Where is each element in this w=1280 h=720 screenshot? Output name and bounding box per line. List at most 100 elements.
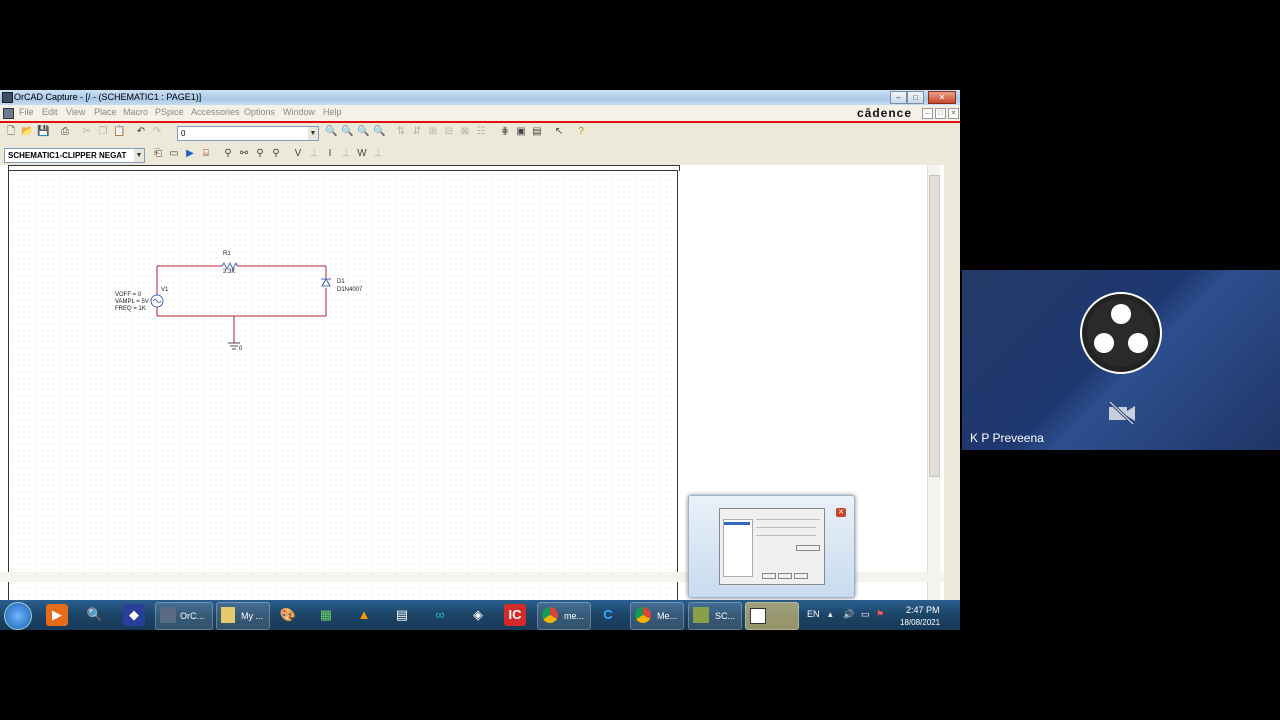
action-center-icon[interactable]: ⚑ xyxy=(876,609,884,620)
mdi-minimize-button[interactable]: – xyxy=(922,108,933,119)
bias-voltage-toggle-icon[interactable]: ⊥ xyxy=(308,148,320,160)
mdi-restore-button[interactable]: □ xyxy=(935,108,946,119)
view-simulation-icon[interactable]: ⌸ xyxy=(200,148,212,160)
new-icon[interactable]: 🗋 xyxy=(5,126,17,138)
power-marker-icon[interactable]: ⚲ xyxy=(270,148,282,160)
cross-ref-icon[interactable]: ⊠ xyxy=(459,126,471,138)
bias-current-toggle-icon[interactable]: ⊥ xyxy=(340,148,352,160)
undo-icon[interactable]: ↶ xyxy=(135,126,147,138)
diode-d1[interactable] xyxy=(321,278,331,287)
zoom-out-icon[interactable]: 🔍 xyxy=(341,126,353,138)
clock-time[interactable]: 2:47 PM xyxy=(906,605,940,615)
print-icon[interactable]: ⎙ xyxy=(59,126,71,138)
tray-expand-icon[interactable]: ▴ xyxy=(828,609,833,620)
matlab-icon[interactable]: ▲ xyxy=(353,604,375,626)
clock-date[interactable]: 18/08/2021 xyxy=(900,618,940,627)
pointer-icon[interactable]: ↖ xyxy=(553,126,565,138)
drc-icon[interactable]: ⊞ xyxy=(427,126,439,138)
network-icon[interactable]: ▭ xyxy=(861,609,870,620)
title-bar: OrCAD Capture - [/ - (SCHEMATIC1 : PAGE1… xyxy=(0,90,960,105)
copy-icon[interactable]: ❐ xyxy=(97,126,109,138)
calculator-icon[interactable]: ▤ xyxy=(391,604,413,626)
preview-dialog-line xyxy=(756,527,816,528)
menu-macro[interactable]: Macro xyxy=(123,107,148,117)
differential-marker-icon[interactable]: ⚯ xyxy=(238,148,250,160)
save-icon[interactable]: 💾 xyxy=(37,126,49,138)
taskbar-button-chrome-2[interactable]: Me... xyxy=(630,602,684,630)
maximize-button[interactable]: □ xyxy=(907,91,924,104)
bias-power-toggle-icon[interactable]: ⊥ xyxy=(372,148,384,160)
source-v1[interactable] xyxy=(150,294,164,308)
new-simulation-icon[interactable]: ⎗ xyxy=(152,148,164,160)
part-combo[interactable]: 0 ▼ xyxy=(177,126,319,141)
ground-label: 0 xyxy=(239,346,243,352)
back-annotate-icon[interactable]: ⇵ xyxy=(411,126,423,138)
vlc-like-icon[interactable]: ◈ xyxy=(467,604,489,626)
annotate-icon[interactable]: ⇅ xyxy=(395,126,407,138)
chrome-icon xyxy=(542,607,558,623)
menu-help[interactable]: Help xyxy=(323,107,342,117)
menu-edit[interactable]: Edit xyxy=(42,107,58,117)
window-title: OrCAD Capture - [/ - (SCHEMATIC1 : PAGE1… xyxy=(14,92,202,102)
media-player-icon[interactable]: ▶ xyxy=(46,604,68,626)
chevron-down-icon[interactable]: ▼ xyxy=(308,127,318,140)
start-button[interactable] xyxy=(4,602,32,630)
schematic-combo[interactable]: SCHEMATIC1-CLIPPER NEGAT ▼ xyxy=(4,148,145,163)
schematic-page[interactable]: R1 3.3K D1 D1N4007 V1 VOFF = 0 VAMPL = 5… xyxy=(8,170,678,630)
scroll-thumb[interactable] xyxy=(929,175,940,477)
zoom-in-icon[interactable]: 🔍 xyxy=(325,126,337,138)
preview-close-icon[interactable]: ✕ xyxy=(836,508,846,517)
language-indicator[interactable]: EN xyxy=(807,609,820,619)
paste-icon[interactable]: 📋 xyxy=(113,126,125,138)
taskbar-button-chrome-1[interactable]: me... xyxy=(537,602,591,630)
taskbar: ▶ 🔍 ◆ OrC... My ... 🎨 ▦ ▲ ▤ ∞ ◈ IC me...… xyxy=(0,600,960,630)
taskbar-button-sc[interactable]: SC... xyxy=(688,602,742,630)
cut-icon[interactable]: ✂ xyxy=(81,126,93,138)
menu-options[interactable]: Options xyxy=(244,107,275,117)
bom-icon[interactable]: ☷ xyxy=(475,126,487,138)
voltage-marker-icon[interactable]: ⚲ xyxy=(222,148,234,160)
project-manager-icon[interactable]: ▣ xyxy=(515,126,527,138)
taskbar-button-orcad[interactable]: OrC... xyxy=(155,602,213,630)
run-icon[interactable]: ▶ xyxy=(184,148,196,160)
taskbar-thumbnail-preview[interactable]: ✕ xyxy=(688,495,855,598)
mdi-close-button[interactable]: ✕ xyxy=(948,108,959,119)
participant-name: K P Preveena xyxy=(970,431,1044,445)
ic-icon[interactable]: IC xyxy=(504,604,526,626)
bias-current-icon[interactable]: I xyxy=(324,148,336,160)
search-tool-icon[interactable]: 🔍 xyxy=(84,604,106,626)
minimize-button[interactable]: – xyxy=(890,91,907,104)
zoom-area-icon[interactable]: 🔍 xyxy=(357,126,369,138)
netlist-icon[interactable]: ⊟ xyxy=(443,126,455,138)
zoom-all-icon[interactable]: 🔍 xyxy=(373,126,385,138)
menu-place[interactable]: Place xyxy=(94,107,117,117)
app-icon-red-blue[interactable]: ◆ xyxy=(123,604,145,626)
chevron-down-icon[interactable]: ▼ xyxy=(134,149,144,162)
taskbar-button-my[interactable]: My ... xyxy=(216,602,270,630)
taskbar-button-active[interactable] xyxy=(745,602,799,630)
redo-icon[interactable]: ↷ xyxy=(151,126,163,138)
paint-icon[interactable]: 🎨 xyxy=(277,604,299,626)
edit-simulation-icon[interactable]: ▭ xyxy=(168,148,180,160)
open-icon[interactable]: 📂 xyxy=(21,126,33,138)
circuit-board-icon[interactable]: ▦ xyxy=(315,604,337,626)
menu-window[interactable]: Window xyxy=(283,107,315,117)
current-marker-icon[interactable]: ⚲ xyxy=(254,148,266,160)
session-log-icon[interactable]: ▤ xyxy=(531,126,543,138)
menu-file[interactable]: File xyxy=(19,107,34,117)
snap-grid-icon[interactable]: ⋕ xyxy=(499,126,511,138)
document-icon[interactable] xyxy=(3,108,14,119)
menu-accessories[interactable]: Accessories xyxy=(191,107,240,117)
bias-voltage-icon[interactable]: V xyxy=(292,148,304,160)
bias-power-icon[interactable]: W xyxy=(356,148,368,160)
help-icon[interactable]: ? xyxy=(575,126,587,138)
camera-off-icon[interactable] xyxy=(1107,400,1137,426)
arduino-icon[interactable]: ∞ xyxy=(429,604,451,626)
menu-view[interactable]: View xyxy=(66,107,85,117)
close-button[interactable]: ✕ xyxy=(928,91,956,104)
vertical-scrollbar[interactable] xyxy=(927,165,940,630)
menu-pspice[interactable]: PSpice xyxy=(155,107,184,117)
app-icon[interactable] xyxy=(2,92,13,103)
volume-icon[interactable]: 🔊 xyxy=(843,609,854,620)
c-app-icon[interactable]: C xyxy=(597,604,619,626)
